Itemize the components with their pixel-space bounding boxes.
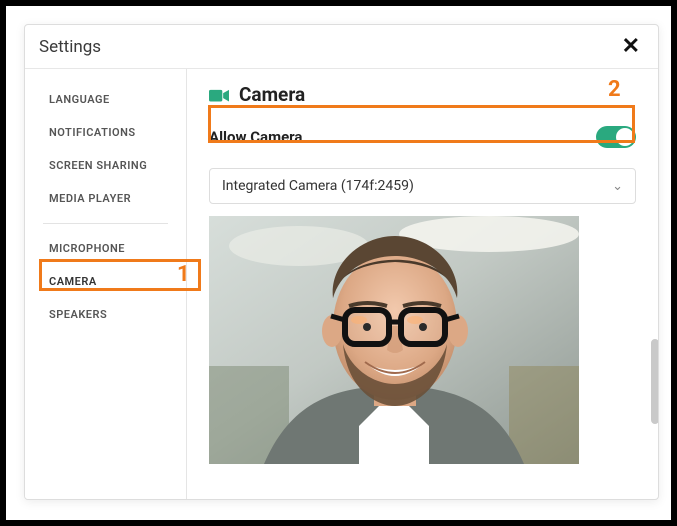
toggle-knob xyxy=(616,128,634,146)
chevron-down-icon: ⌄ xyxy=(612,179,623,194)
settings-sidebar: LANGUAGE NOTIFICATIONS SCREEN SHARING ME… xyxy=(25,69,187,499)
sidebar-item-notifications[interactable]: NOTIFICATIONS xyxy=(25,116,186,149)
sidebar-item-microphone[interactable]: MICROPHONE xyxy=(25,232,186,265)
close-icon: ✕ xyxy=(622,34,640,59)
scrollbar-thumb[interactable] xyxy=(651,339,659,424)
sidebar-divider xyxy=(43,223,168,224)
sidebar-item-label: NOTIFICATIONS xyxy=(49,126,136,139)
content-heading: Camera xyxy=(239,83,305,106)
sidebar-item-speakers[interactable]: SPEAKERS xyxy=(25,298,186,331)
sidebar-item-label: MICROPHONE xyxy=(49,242,125,255)
close-button[interactable]: ✕ xyxy=(618,34,644,60)
sidebar-item-screen-sharing[interactable]: SCREEN SHARING xyxy=(25,149,186,182)
settings-content: Camera Allow Camera Integrated Camera (1… xyxy=(187,69,658,499)
sidebar-item-language[interactable]: LANGUAGE xyxy=(25,83,186,116)
sidebar-item-media-player[interactable]: MEDIA PLAYER xyxy=(25,182,186,215)
allow-camera-label: Allow Camera xyxy=(209,128,302,146)
camera-select-value: Integrated Camera (174f:2459) xyxy=(222,178,414,194)
sidebar-item-label: MEDIA PLAYER xyxy=(49,192,131,205)
dialog-header: Settings ✕ xyxy=(25,25,658,69)
settings-dialog: Settings ✕ LANGUAGE NOTIFICATIONS SCREEN… xyxy=(24,24,659,500)
allow-camera-row: Allow Camera xyxy=(209,120,636,154)
content-header: Camera xyxy=(209,83,636,106)
camera-icon xyxy=(209,88,229,102)
camera-preview xyxy=(209,216,579,464)
dialog-title: Settings xyxy=(39,37,101,57)
sidebar-item-camera[interactable]: CAMERA xyxy=(25,265,186,298)
camera-select[interactable]: Integrated Camera (174f:2459) ⌄ xyxy=(209,168,636,204)
screenshot-frame: Settings ✕ LANGUAGE NOTIFICATIONS SCREEN… xyxy=(0,0,677,526)
dialog-body: LANGUAGE NOTIFICATIONS SCREEN SHARING ME… xyxy=(25,69,658,499)
allow-camera-toggle[interactable] xyxy=(596,126,636,148)
sidebar-item-label: CAMERA xyxy=(49,275,97,288)
sidebar-item-label: LANGUAGE xyxy=(49,93,110,106)
sidebar-item-label: SPEAKERS xyxy=(49,308,107,321)
sidebar-item-label: SCREEN SHARING xyxy=(49,159,147,172)
